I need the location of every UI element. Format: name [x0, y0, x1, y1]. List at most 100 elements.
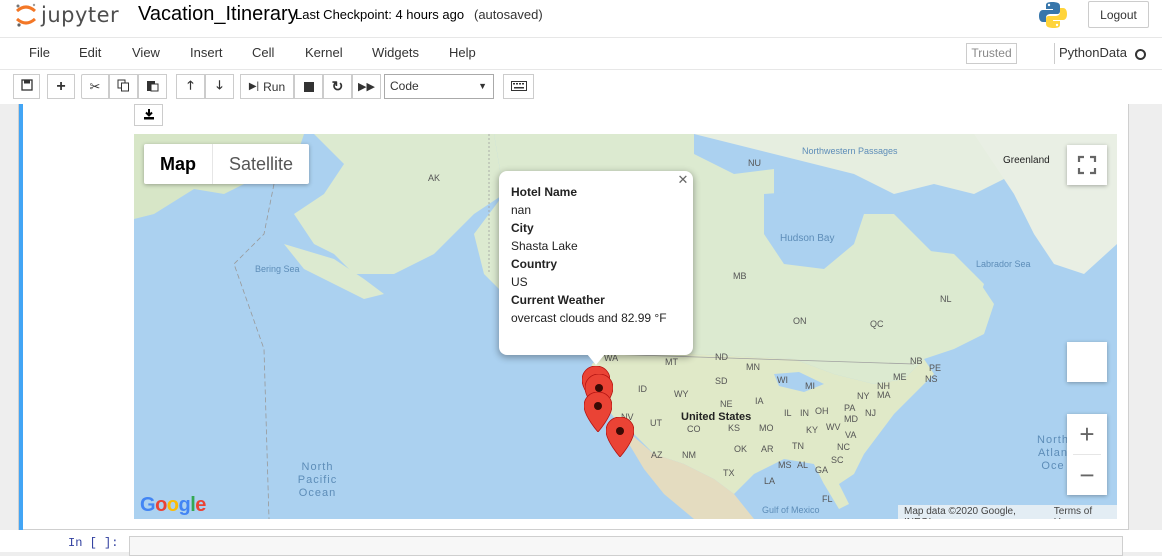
jupyter-logo-text: jupyter	[41, 3, 120, 27]
map-data-credit: Map data ©2020 Google, INEGI	[904, 506, 1016, 519]
map-label-sd: SD	[715, 376, 728, 386]
menu-view[interactable]: View	[132, 45, 160, 60]
menu-help[interactable]: Help	[449, 45, 476, 60]
weather-label: Current Weather	[511, 293, 605, 307]
toolbar: + ✂ 🡑 🡓 ▶| Run ↻ ▶▶ Code ▼	[0, 70, 1162, 104]
insert-cell-button[interactable]: +	[47, 74, 75, 99]
map-label-nc: NC	[837, 442, 850, 452]
zoom-control: + −	[1067, 414, 1107, 495]
map-label-ar: AR	[761, 444, 774, 454]
move-up-button[interactable]: 🡑	[176, 74, 205, 99]
map-label-co: CO	[687, 424, 701, 434]
map-label-sc: SC	[831, 455, 844, 465]
kernel-name[interactable]: PythonData	[1059, 45, 1127, 60]
city-value: Shasta Lake	[511, 239, 578, 253]
map-label-gulf-of-mexico: Gulf of Mexico	[762, 505, 820, 515]
map-label-bering-sea: Bering Sea	[255, 264, 300, 274]
map-label-nb: NB	[910, 356, 923, 366]
map-type-satellite-button[interactable]: Satellite	[212, 144, 309, 184]
logout-button[interactable]: Logout	[1088, 1, 1149, 28]
map-label-wy: WY	[674, 389, 689, 399]
map-type-map-button[interactable]: Map	[144, 144, 212, 184]
run-button[interactable]: ▶| Run	[240, 74, 294, 99]
terms-of-use-link[interactable]: Terms of Use	[1048, 505, 1117, 519]
map-label-mt: MT	[665, 357, 678, 367]
menu-widgets[interactable]: Widgets	[372, 45, 419, 60]
cell-prompt: In [ ]:	[68, 536, 119, 550]
map-label-in: IN	[800, 408, 809, 418]
map-label-united-states: United States	[681, 411, 752, 423]
map-label-north-pacific: North Pacific Ocean	[297, 461, 338, 499]
map-label-mb: MB	[733, 271, 747, 281]
download-button[interactable]	[134, 104, 163, 126]
python-logo-icon	[1038, 0, 1068, 30]
google-map[interactable]: AK NU Northwestern Passages Greenland Hu…	[134, 134, 1117, 519]
kernel-separator	[1054, 43, 1055, 64]
menu-cell[interactable]: Cell	[252, 45, 274, 60]
move-down-button[interactable]: 🡓	[205, 74, 234, 99]
map-label-mn: MN	[746, 362, 760, 372]
map-label-nd: ND	[715, 352, 728, 362]
jupyter-logo[interactable]: jupyter	[15, 2, 119, 28]
notebook-name[interactable]: Vacation_Itinerary	[138, 3, 298, 26]
close-icon[interactable]: ✕	[676, 172, 690, 187]
map-label-wv: WV	[826, 422, 841, 432]
map-label-nu: NU	[748, 158, 761, 168]
map-label-al: AL	[797, 460, 809, 470]
chevron-down-icon: ▼	[478, 81, 487, 91]
zoom-out-button[interactable]: −	[1067, 455, 1107, 495]
menu-insert[interactable]: Insert	[190, 45, 223, 60]
map-label-northwestern-passages: Northwestern Passages	[802, 146, 898, 156]
code-input[interactable]	[129, 536, 1123, 556]
weather-value: overcast clouds and 82.99 °F	[511, 311, 667, 325]
fast-forward-icon: ▶▶	[358, 81, 375, 93]
map-marker[interactable]	[606, 417, 634, 457]
restart-icon: ↻	[331, 78, 344, 94]
save-icon	[20, 79, 33, 94]
copy-button[interactable]	[109, 74, 138, 99]
restart-button[interactable]: ↻	[323, 74, 352, 99]
map-type-control: Map Satellite	[144, 144, 310, 184]
arrow-down-icon: 🡓	[216, 78, 223, 92]
autosave-status: (autosaved)	[474, 7, 543, 22]
menu-file[interactable]: File	[29, 45, 50, 60]
next-code-cell[interactable]: In [ ]:	[0, 530, 1162, 556]
map-label-tn: TN	[792, 441, 804, 451]
restart-run-all-button[interactable]: ▶▶	[352, 74, 381, 99]
command-palette-button[interactable]	[503, 74, 534, 99]
street-view-button[interactable]	[1067, 342, 1107, 382]
save-button[interactable]	[13, 74, 40, 99]
map-label-ut: UT	[650, 418, 662, 428]
map-label-ma: MA	[877, 390, 891, 400]
map-label-fl: FL	[822, 494, 833, 504]
map-label-greenland: Greenland	[1003, 155, 1050, 166]
menu-bar: File Edit View Insert Cell Kernel Widget…	[0, 37, 1162, 70]
run-label: Run	[263, 79, 286, 94]
map-label-ny: NY	[857, 391, 870, 401]
cell-type-value: Code	[390, 79, 419, 93]
trusted-indicator[interactable]: Trusted	[966, 43, 1017, 64]
map-label-ks: KS	[728, 423, 741, 433]
map-label-ia: IA	[755, 396, 764, 406]
menu-edit[interactable]: Edit	[79, 45, 101, 60]
map-label-ne: NE	[720, 399, 733, 409]
zoom-in-button[interactable]: +	[1067, 414, 1107, 454]
info-window: ✕ Hotel Name nan City Shasta Lake Countr…	[499, 171, 693, 365]
map-label-nj: NJ	[865, 408, 876, 418]
paste-button[interactable]	[138, 74, 167, 99]
map-label-ky: KY	[806, 425, 819, 435]
google-logo[interactable]: Google	[140, 494, 206, 517]
cut-button[interactable]: ✂	[81, 74, 109, 99]
map-label-nl: NL	[940, 294, 952, 304]
stop-icon	[303, 81, 314, 92]
cell-type-select[interactable]: Code ▼	[384, 74, 494, 99]
interrupt-button[interactable]	[294, 74, 323, 99]
fullscreen-button[interactable]	[1067, 145, 1107, 185]
map-label-qc: QC	[870, 319, 884, 329]
map-label-on: ON	[793, 316, 807, 326]
info-window-tail	[587, 354, 605, 365]
paste-icon	[146, 79, 159, 95]
plus-icon: +	[56, 77, 66, 95]
map-label-mi: MI	[805, 381, 815, 391]
menu-kernel[interactable]: Kernel	[305, 45, 343, 60]
